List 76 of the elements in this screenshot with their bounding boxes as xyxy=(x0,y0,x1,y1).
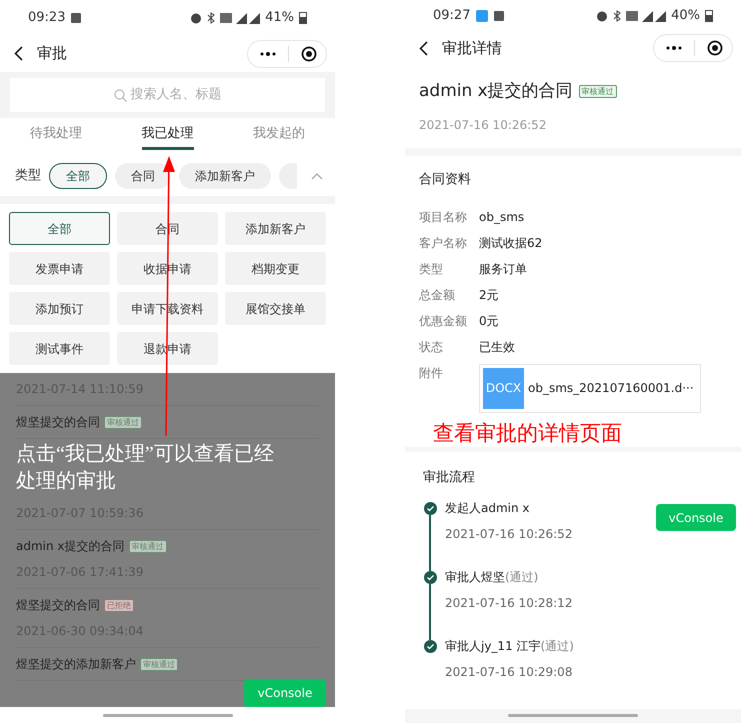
signal-icon xyxy=(220,12,260,24)
type-option[interactable]: 档期变更 xyxy=(225,252,326,285)
tab[interactable]: 我已处理 xyxy=(142,124,194,150)
close-icon[interactable] xyxy=(707,40,723,56)
attachment-card[interactable]: DOCX ob_sms_202107160001.d··· xyxy=(479,364,701,413)
item-title[interactable]: 煜坚提交的合同 xyxy=(16,596,100,614)
file-type-icon: DOCX xyxy=(483,368,524,409)
filter-label: 类型 xyxy=(15,167,41,186)
signal-icon xyxy=(626,10,666,22)
file-name: ob_sms_202107160001.d··· xyxy=(528,380,694,398)
step-date: 2021-07-16 10:26:52 xyxy=(445,526,572,543)
app-icon xyxy=(476,10,488,22)
tab[interactable]: 待我处理 xyxy=(30,124,82,150)
step-title: 发起人admin x xyxy=(445,502,531,515)
page-title: 审批 xyxy=(37,43,67,64)
field-label: 附件 xyxy=(419,364,444,382)
filter-chip[interactable]: 全部 xyxy=(49,163,107,189)
detail-title: admin x提交的合同 xyxy=(419,80,573,103)
battery-icon xyxy=(299,11,307,24)
image-icon xyxy=(494,10,504,21)
battery-icon xyxy=(705,9,713,22)
status-tag: 审核通过 xyxy=(578,84,617,98)
type-option[interactable]: 测试事件 xyxy=(9,332,110,365)
annotation-text: 查看审批的详情页面 xyxy=(432,420,623,447)
tab[interactable]: 我发起的 xyxy=(253,124,306,150)
filter-chip[interactable]: 添加新客户 xyxy=(179,163,271,189)
status-tag: 已拒绝 xyxy=(104,598,134,612)
field-value: 0元 xyxy=(479,312,499,330)
field-label: 状态 xyxy=(419,338,444,356)
field-value: 2元 xyxy=(479,286,499,304)
filter-chip[interactable]: 合同 xyxy=(115,163,171,189)
bluetooth-icon xyxy=(613,10,622,22)
field-value: 已生效 xyxy=(479,338,515,356)
more-icon[interactable] xyxy=(260,52,276,56)
field-label: 优惠金额 xyxy=(419,312,468,330)
field-value: 测试收据62 xyxy=(479,234,542,252)
close-icon[interactable] xyxy=(301,46,317,62)
type-option[interactable]: 展馆交接单 xyxy=(225,292,326,325)
type-option[interactable]: 发票申请 xyxy=(9,252,110,285)
type-option[interactable]: 全部 xyxy=(9,212,110,245)
type-option[interactable]: 添加预订 xyxy=(9,292,110,325)
field-label: 客户名称 xyxy=(419,234,468,252)
collapse-icon[interactable] xyxy=(311,172,323,180)
step-title: 审批人煜坚(通过) xyxy=(445,570,540,584)
field-label: 项目名称 xyxy=(419,208,468,226)
capsule-menu[interactable] xyxy=(653,34,733,62)
section-heading: 合同资料 xyxy=(419,171,472,190)
annotation-text: 点击“我已处理”可以查看已经处理的审批 xyxy=(16,442,275,494)
page-title: 审批详情 xyxy=(442,38,502,59)
field-label: 总金额 xyxy=(419,286,456,304)
detail-date: 2021-07-16 10:26:52 xyxy=(419,117,548,134)
battery-level: 40% xyxy=(671,6,700,25)
capsule-menu[interactable] xyxy=(247,40,327,68)
more-icon[interactable] xyxy=(666,46,682,50)
status-time: 09:23 xyxy=(28,8,66,27)
item-title[interactable]: admin x提交的合同 xyxy=(16,537,125,555)
status-time: 09:27 xyxy=(433,6,470,25)
step-title: 审批人jy_11 江宇(通过) xyxy=(445,640,574,653)
status-tag: 审核通过 xyxy=(128,540,167,552)
step-date: 2021-07-16 10:29:08 xyxy=(445,664,574,681)
step-date: 2021-07-16 10:28:12 xyxy=(445,594,572,612)
section-heading: 审批流程 xyxy=(423,469,476,488)
battery-level: 41% xyxy=(265,8,294,27)
image-icon xyxy=(71,12,82,22)
field-value: 服务订单 xyxy=(479,260,527,278)
status-tag: 审核通过 xyxy=(104,416,142,428)
bluetooth-icon xyxy=(207,12,216,24)
item-title[interactable]: 煜坚提交的添加新客户 xyxy=(16,655,136,673)
back-icon[interactable] xyxy=(419,40,428,56)
field-label: 类型 xyxy=(419,260,444,278)
type-option[interactable]: 添加新客户 xyxy=(225,212,326,245)
back-icon[interactable] xyxy=(14,46,23,61)
status-tag: 审核通过 xyxy=(140,658,178,670)
field-value: ob_sms xyxy=(479,208,524,226)
search-icon xyxy=(114,88,126,102)
item-title[interactable]: 煜坚提交的合同 xyxy=(16,413,100,431)
